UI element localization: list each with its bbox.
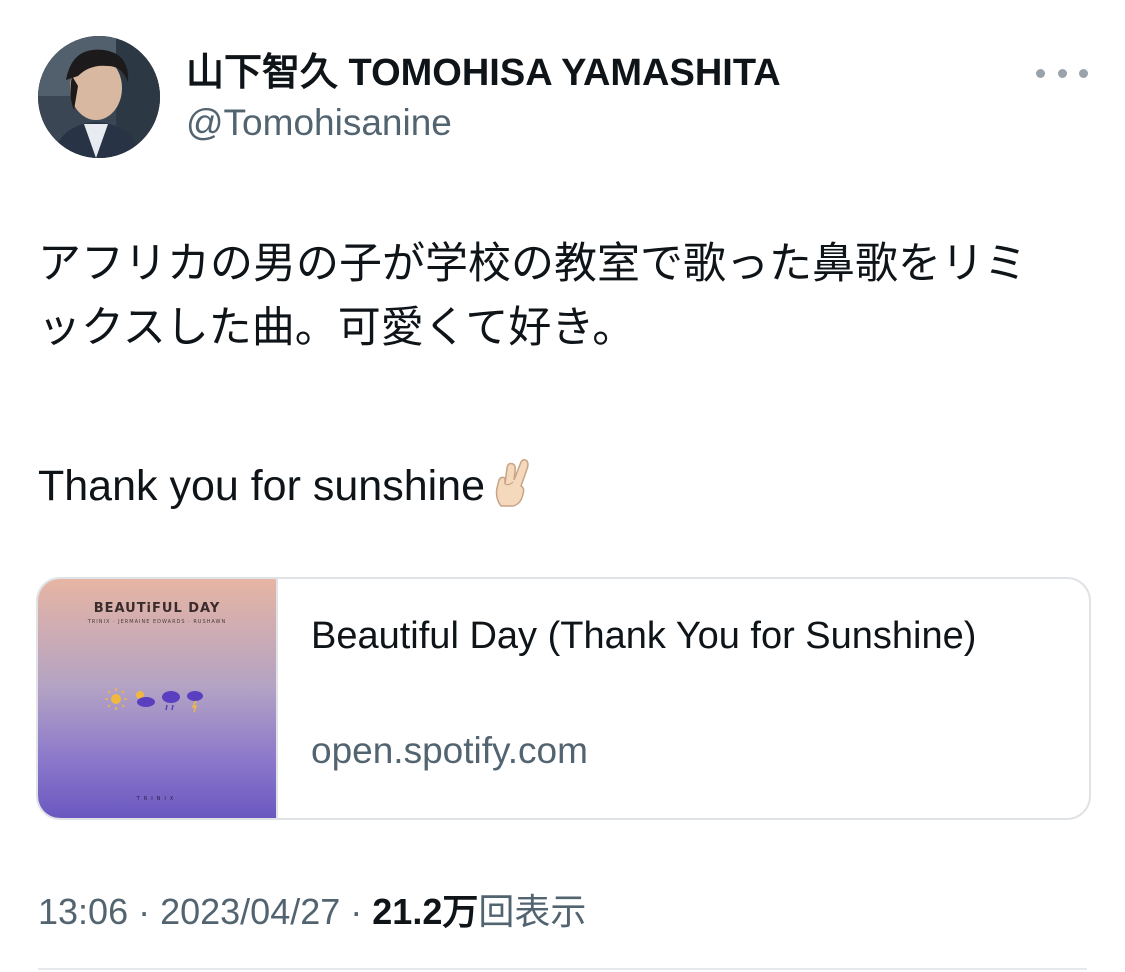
sun-icon bbox=[105, 688, 127, 710]
more-options-icon[interactable] bbox=[1036, 58, 1088, 88]
link-card[interactable]: BEAUTiFUL DAY TRINIX · JERMAINE EDWARDS … bbox=[36, 577, 1091, 820]
tweet-meta: 13:06 · 2023/04/27 · 21.2万回表示 bbox=[38, 890, 586, 934]
views-count[interactable]: 21.2万 bbox=[372, 891, 478, 932]
tweet-time[interactable]: 13:06 bbox=[38, 891, 128, 932]
album-thumbnail: BEAUTiFUL DAY TRINIX · JERMAINE EDWARDS … bbox=[38, 579, 278, 818]
crossed-fingers-emoji-icon bbox=[491, 458, 535, 526]
divider bbox=[38, 968, 1087, 970]
weather-icons bbox=[104, 685, 214, 718]
more-dot bbox=[1036, 68, 1045, 78]
storm-cloud-icon bbox=[187, 691, 203, 713]
tweet-line: ックスした曲。可愛くて好き。 bbox=[38, 304, 636, 352]
avatar[interactable] bbox=[38, 36, 160, 158]
views-label: 回表示 bbox=[478, 891, 587, 932]
card-domain: open.spotify.com bbox=[311, 730, 588, 771]
thumbnail-title: BEAUTiFUL DAY bbox=[93, 601, 221, 616]
sun-cloud-icon bbox=[136, 691, 155, 707]
display-name[interactable]: 山下智久 TOMOHISA YAMASHITA bbox=[186, 50, 781, 96]
more-dot bbox=[1057, 68, 1067, 78]
meta-separator: · bbox=[128, 891, 161, 932]
tweet-line-english: Thank you for sunshine bbox=[38, 454, 535, 526]
thumbnail-credits: TRINIX · JERMAINE EDWARDS · RUSHAWN bbox=[87, 619, 227, 625]
tweet-text: アフリカの男の子が学校の教室で歌った鼻歌をリミ ックスした曲。可愛くて好き。 T… bbox=[38, 232, 1088, 510]
card-title[interactable]: Beautiful Day (Thank You for Sunshine) bbox=[311, 611, 1051, 662]
thumbnail-label: TRINIX bbox=[136, 796, 178, 802]
tweet-english-text: Thank you for sunshine bbox=[38, 462, 485, 510]
more-dot bbox=[1079, 68, 1088, 78]
user-handle[interactable]: @Tomohisanine bbox=[186, 101, 452, 145]
tweet-date[interactable]: 2023/04/27 bbox=[160, 891, 340, 932]
rain-cloud-icon bbox=[162, 691, 180, 711]
tweet-line: アフリカの男の子が学校の教室で歌った鼻歌をリミ bbox=[38, 240, 1027, 288]
meta-separator: · bbox=[340, 891, 373, 932]
